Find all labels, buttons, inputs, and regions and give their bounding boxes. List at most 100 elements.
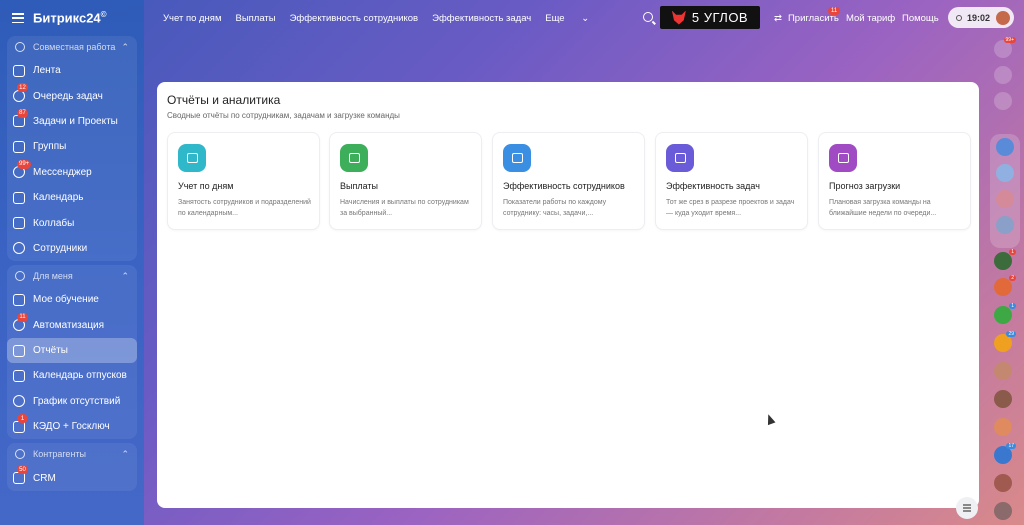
card-description: Занятость сотрудников и подразделений по… — [178, 199, 311, 217]
report-icon — [178, 144, 206, 172]
group-chat-icon[interactable]: 17 — [994, 443, 1016, 464]
contact-avatar[interactable]: 1 — [994, 249, 1016, 270]
notifications-icon[interactable]: 99+ — [994, 37, 1016, 58]
item-badge: 12 — [17, 83, 28, 93]
card-description: Начисления и выплаты по сотрудникам за в… — [340, 199, 469, 217]
sidebar-item[interactable]: Сотрудники — [7, 236, 137, 261]
sidebar-item[interactable]: CRM 50 — [7, 465, 137, 490]
invite-button[interactable]: ⇄ Пригласить 11 — [774, 7, 841, 24]
contact-avatar[interactable] — [994, 390, 1012, 408]
report-icon — [340, 144, 368, 172]
sidebar-item[interactable]: Автоматизация 11 — [7, 312, 137, 338]
report-icon — [503, 144, 531, 172]
sidebar-item-label: Лента — [33, 65, 61, 77]
clock-icon — [956, 14, 962, 21]
sidebar-item[interactable]: Коллабы — [7, 210, 137, 235]
topnav-more[interactable]: Еще ⌄ — [545, 13, 589, 24]
group-for-me: Для меня ⌃ Мое обучение Автоматизация 11 Отчё… — [7, 265, 137, 440]
sidebar-item[interactable]: Лента — [7, 58, 137, 83]
group-collaboration: Совместная работа ⌃ Лента Очередь задач 12 За… — [7, 36, 137, 262]
sidebar-item[interactable]: Очередь задач 12 — [7, 83, 137, 108]
sidebar-item[interactable]: Календарь отпусков — [7, 363, 137, 388]
search-rail-icon[interactable] — [994, 92, 1012, 110]
report-card[interactable]: Прогноз загрузки Плановая загрузка команд… — [818, 132, 971, 230]
report-card[interactable]: Учет по дням Занятость сотрудников и подр… — [167, 132, 320, 230]
group-icon — [15, 271, 25, 282]
sidebar-item-label: Мое обучение — [33, 294, 99, 306]
item-badge: 99+ — [17, 159, 32, 169]
sidebar-item-label: Коллабы — [33, 217, 75, 229]
contact-avatar[interactable] — [994, 502, 1012, 520]
nav-icon — [13, 191, 25, 204]
sidebar-item[interactable]: Задачи и Проекты 87 — [7, 108, 137, 134]
sidebar-item-label: КЭДО + Госключ — [33, 421, 110, 433]
nav-icon — [13, 293, 25, 306]
top-nav: Учет по дням Выплаты Эффективность сотру… — [163, 13, 603, 24]
topnav-employee-efficiency[interactable]: Эффективность сотрудников — [290, 13, 419, 24]
chevron-up-icon[interactable]: ⌃ — [121, 42, 129, 53]
tariff-link[interactable]: Мой тариф — [846, 13, 895, 24]
sidebar-item-label: Автоматизация — [33, 319, 105, 331]
sidebar-item[interactable]: Отчёты — [7, 337, 137, 364]
card-title: Прогноз загрузки — [829, 181, 901, 191]
nav-icon — [13, 242, 25, 255]
topnav-daily[interactable]: Учет по дням — [163, 13, 221, 24]
fox-logo-icon — [671, 10, 686, 25]
pulse-icon[interactable] — [994, 66, 1012, 84]
user-avatar[interactable] — [996, 10, 1010, 25]
nav-icon — [13, 395, 25, 408]
help-link[interactable]: Помощь — [902, 13, 939, 24]
chevron-up-icon[interactable]: ⌃ — [121, 271, 129, 282]
topnav-task-efficiency[interactable]: Эффективность задач — [432, 13, 531, 24]
sidebar-item-label: CRM — [33, 472, 56, 484]
card-description: Показатели работы по каждому сотруднику:… — [503, 199, 607, 217]
sidebar-item[interactable]: КЭДО + Госключ 1 — [7, 414, 137, 439]
chat-group-icon[interactable]: 2 — [994, 275, 1016, 296]
report-icon — [666, 144, 694, 172]
phone-icon[interactable] — [996, 216, 1014, 234]
sidebar-item[interactable]: Календарь — [7, 185, 137, 210]
sidebar-item-label: Отчёты — [33, 345, 68, 357]
item-badge: 1 — [17, 414, 28, 424]
report-card[interactable]: Эффективность сотрудников Показатели рабо… — [492, 132, 645, 230]
sidebar-item-label: Задачи и Проекты — [33, 115, 118, 127]
item-badge: 50 — [17, 465, 28, 475]
sidebar-item-label: Очередь задач — [33, 90, 103, 102]
sidebar-item[interactable]: Мое обучение — [7, 287, 137, 312]
chevron-up-icon[interactable]: ⌃ — [121, 449, 129, 460]
search-icon[interactable] — [643, 12, 653, 22]
brand-logo[interactable]: Битрикс24© — [33, 10, 107, 25]
sidebar-item-label: Календарь отпусков — [33, 370, 127, 382]
menu-icon[interactable] — [12, 13, 24, 23]
group-chat-icon[interactable] — [994, 418, 1012, 436]
nav-icon — [13, 140, 25, 153]
time-widget[interactable]: 19:02 — [948, 7, 1014, 28]
ai-assistant-icon[interactable] — [996, 138, 1014, 156]
chat-icon[interactable] — [996, 164, 1014, 182]
sidebar: Битрикс24© Совместная работа ⌃ Лента Очеред… — [0, 0, 144, 525]
list-menu-icon[interactable] — [956, 497, 978, 519]
card-title: Выплаты — [340, 181, 378, 191]
report-card[interactable]: Эффективность задач Тот же срез в разрезе… — [655, 132, 808, 230]
sidebar-item-label: Календарь — [33, 192, 84, 204]
sidebar-item[interactable]: Группы — [7, 134, 137, 159]
group-chat-icon[interactable]: 1 — [994, 303, 1016, 324]
group-icon — [15, 42, 25, 52]
group-header[interactable]: Совместная работа ⌃ — [7, 36, 137, 58]
top-bar: Учет по дням Выплаты Эффективность сотру… — [144, 0, 1024, 36]
topnav-payments[interactable]: Выплаты — [235, 13, 275, 24]
contact-avatar[interactable] — [994, 474, 1012, 492]
group-header[interactable]: Для меня ⌃ — [7, 265, 137, 287]
invite-badge: 11 — [828, 7, 841, 15]
sidebar-item[interactable]: Мессенджер 99+ — [7, 159, 137, 185]
report-card[interactable]: Выплаты Начисления и выплаты по сотрудник… — [329, 132, 482, 230]
sidebar-item[interactable]: График отсутствий — [7, 389, 137, 414]
promo-banner[interactable]: 5 УГЛОВ — [660, 6, 760, 29]
sales-icon[interactable] — [996, 190, 1014, 208]
contact-avatar[interactable] — [994, 362, 1012, 380]
group-header[interactable]: Контрагенты ⌃ — [7, 443, 137, 465]
nav-icon — [13, 64, 25, 77]
group-chat-icon[interactable]: 29 — [994, 331, 1016, 352]
reports-panel: Отчёты и аналитика Сводные отчёты по сот… — [157, 82, 979, 508]
swap-icon: ⇄ — [774, 13, 782, 24]
